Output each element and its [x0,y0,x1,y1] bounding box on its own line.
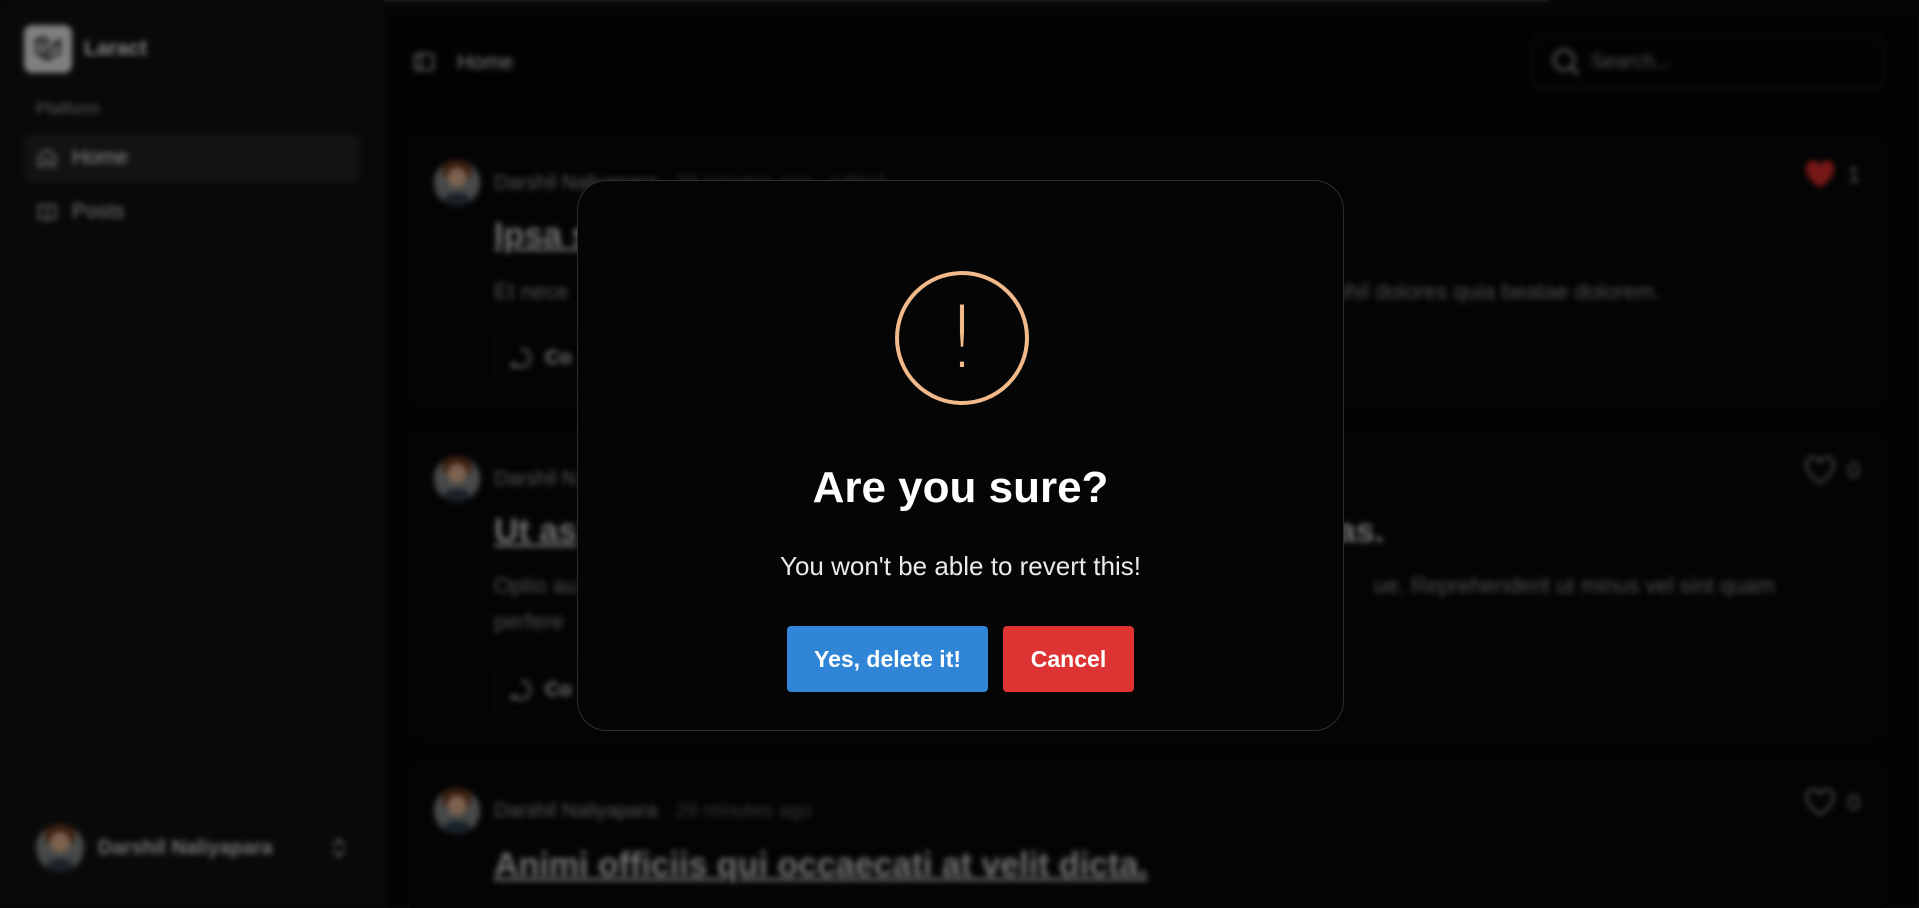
cancel-button[interactable]: Cancel [1003,626,1134,692]
dialog-message: You won't be able to revert this! [779,551,1141,581]
confirm-delete-button[interactable]: Yes, delete it! [787,626,988,692]
warning-icon: ! [895,271,1029,405]
confirm-dialog: ! Are you sure? You won't be able to rev… [577,180,1344,731]
dialog-actions: Yes, delete it! Cancel [578,626,1343,692]
dialog-title: Are you sure? [812,463,1109,512]
